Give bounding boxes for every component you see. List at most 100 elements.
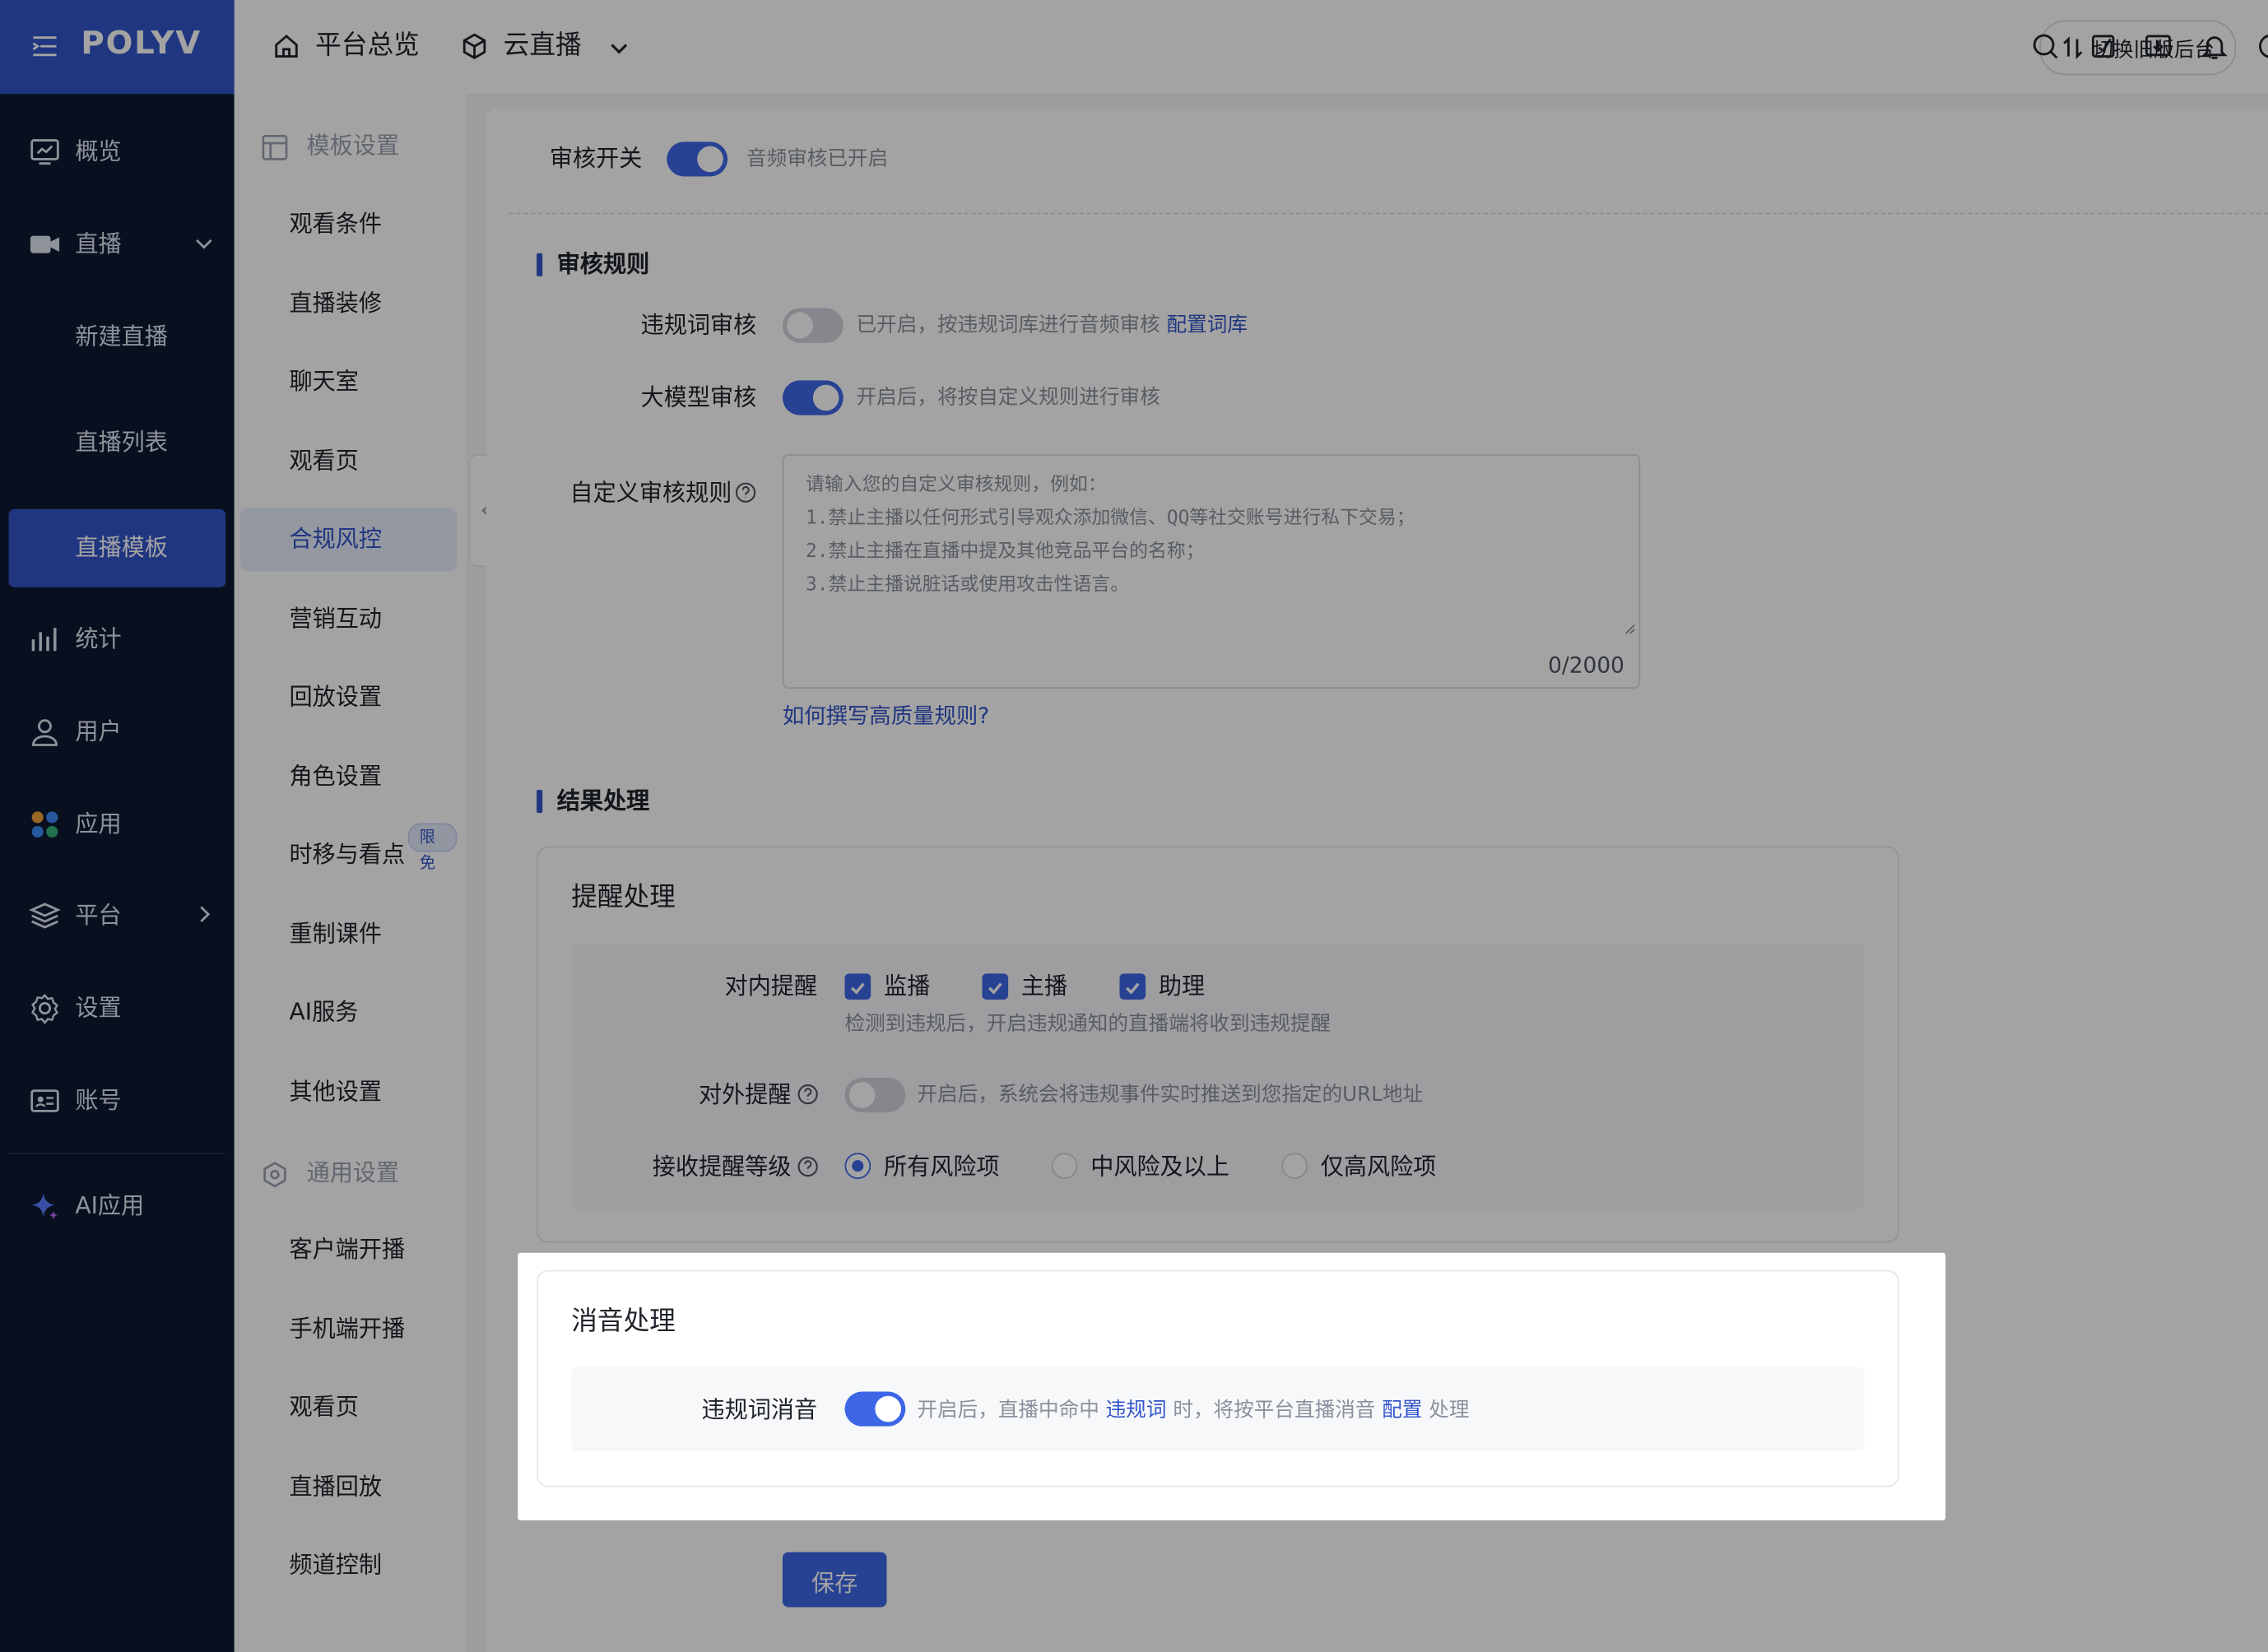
bar-chart-icon (29, 624, 61, 661)
question-circle-icon[interactable] (797, 1156, 818, 1183)
sub-item-marketing[interactable]: 营销互动 (240, 587, 458, 651)
sub-item-chatroom[interactable]: 聊天室 (240, 350, 458, 414)
word-audit-label: 违规词审核 (640, 311, 757, 339)
external-remind-hint: 开启后，系统会将违规事件实时推送到您指定的URL地址 (917, 1083, 1424, 1107)
sub-item-watch-conditions[interactable]: 观看条件 (240, 193, 458, 256)
template-settings-sidebar: 模板设置 观看条件 直播装修 聊天室 观看页 合规风控 营销互动 回放设置 角色… (234, 94, 466, 1652)
sub-item-label: 观看页 (289, 447, 359, 475)
sub-item-mobile-broadcast[interactable]: 手机端开播 (240, 1297, 458, 1361)
nav-label: 平台 (75, 901, 122, 929)
option-host: 主播 (1020, 972, 1068, 1000)
llm-audit-toggle[interactable] (782, 380, 844, 415)
nav-label: 直播 (75, 230, 122, 258)
checkbox-monitor[interactable] (844, 973, 871, 1000)
chevron-right-icon (194, 903, 215, 930)
sub-item-compliance[interactable]: 合规风控 (239, 508, 458, 572)
nav-settings[interactable]: 设置 (9, 969, 226, 1047)
sub-item-label: 直播装修 (289, 289, 383, 318)
sub-item-ai-service[interactable]: AI服务 (240, 981, 458, 1044)
sub-item-watch-page[interactable]: 观看页 (240, 429, 458, 493)
sub-item-label: 重制课件 (289, 920, 383, 948)
hexagon-gear-icon (260, 1160, 289, 1198)
edit-note-icon[interactable] (2089, 32, 2117, 67)
help-circle-icon[interactable] (2256, 32, 2268, 67)
radio-high-risk[interactable] (1281, 1153, 1308, 1180)
external-remind-toggle[interactable] (844, 1077, 906, 1113)
banned-words-link[interactable]: 违规词 (1106, 1399, 1167, 1422)
nav-users[interactable]: 用户 (9, 693, 226, 771)
id-card-icon (29, 1085, 61, 1123)
radio-all-risk[interactable] (844, 1153, 871, 1180)
nav-apps[interactable]: 应用 (9, 786, 226, 864)
llm-audit-hint: 开启后，将按自定义规则进行审核 (856, 386, 1160, 410)
nav-ai-apps[interactable]: AI应用 (9, 1167, 226, 1246)
placeholder-line: 1.禁止主播以任何形式引导观众添加微信、QQ等社交账号进行私下交易； (806, 508, 1415, 530)
sub-item-live-decoration[interactable]: 直播装修 (240, 272, 458, 336)
mute-card-title: 消音处理 (571, 1306, 676, 1337)
sub-item-label: 客户端开播 (289, 1235, 406, 1263)
hint-text: 开启后，直播中命中 (917, 1399, 1099, 1422)
nav-label: 直播模板 (75, 533, 168, 562)
audit-switch-toggle[interactable] (667, 142, 728, 177)
word-audit-toggle[interactable] (782, 308, 844, 343)
sub-item-playback-settings[interactable]: 回放设置 (240, 666, 458, 729)
sub-item-label: 回放设置 (289, 682, 383, 711)
sub-item-label: 合规风控 (289, 525, 383, 553)
question-circle-icon[interactable] (735, 482, 756, 509)
check-icon (1124, 975, 1141, 1002)
sub-item-client-broadcast[interactable]: 客户端开播 (240, 1218, 458, 1281)
sub-item-other-settings[interactable]: 其他设置 (240, 1060, 458, 1124)
gear-icon (29, 992, 61, 1030)
group-label: 通用设置 (306, 1158, 400, 1186)
sub-item-timeshift[interactable]: 时移与看点 限免 (240, 823, 458, 886)
video-camera-icon (29, 229, 61, 267)
layout-icon (260, 133, 289, 171)
logo-bar: POLYV (0, 0, 235, 95)
chevron-down-icon (194, 231, 215, 258)
sub-item-live-playback[interactable]: 直播回放 (240, 1455, 458, 1519)
nav-platform[interactable]: 平台 (9, 877, 226, 955)
checkbox-assistant[interactable] (1119, 973, 1146, 1000)
nav-stats[interactable]: 统计 (9, 601, 226, 679)
check-icon (849, 975, 867, 1002)
nav-live[interactable]: 直播 (9, 206, 226, 284)
option-assistant: 助理 (1158, 972, 1206, 1000)
mute-config-link[interactable]: 配置 (1382, 1399, 1422, 1422)
menu-collapse-icon[interactable] (32, 35, 58, 63)
user-icon (29, 716, 61, 754)
audit-switch-hint: 音频审核已开启 (746, 147, 889, 171)
char-counter: 0/2000 (1548, 652, 1624, 679)
word-audit-hint: 已开启，按违规词库进行音频审核 配置词库 (857, 311, 1248, 340)
search-icon[interactable] (2031, 32, 2060, 67)
main-nav: POLYV 概览 直播 新建直播 直播列表 直播模板 统计 用户 应用 平台 设… (0, 0, 235, 1652)
external-remind-label: 对外提醒 (698, 1080, 792, 1108)
sub-item-label: 直播回放 (289, 1472, 383, 1501)
sub-item-general-watch-page[interactable]: 观看页 (240, 1376, 458, 1439)
bell-icon[interactable] (2200, 32, 2228, 67)
monitor-icon (29, 136, 61, 174)
sub-item-remake-courseware[interactable]: 重制课件 (240, 903, 458, 966)
save-button[interactable]: 保存 (782, 1552, 887, 1608)
brand-logo[interactable]: POLYV (81, 26, 202, 63)
top-header: 平台总览 云直播 切换旧版后台 (234, 0, 2268, 96)
resize-handle-icon[interactable] (1621, 614, 1636, 641)
nav-overview[interactable]: 概览 (9, 113, 226, 191)
word-mute-toggle[interactable] (844, 1391, 906, 1427)
download-icon[interactable] (2144, 32, 2173, 67)
sub-item-channel-control[interactable]: 频道控制 (240, 1534, 458, 1597)
hint-text: 时，将按平台直播消音 (1173, 1399, 1376, 1422)
custom-rules-textarea[interactable]: 请输入您的自定义审核规则，例如： 1.禁止主播以任何形式引导观众添加微信、QQ等… (782, 454, 1641, 689)
nav-label: 应用 (75, 810, 122, 838)
how-to-write-rules-link[interactable]: 如何撰写高质量规则? (783, 700, 989, 732)
question-circle-icon[interactable] (797, 1084, 818, 1111)
checkbox-host[interactable] (982, 973, 1009, 1000)
nav-live-template[interactable]: 直播模板 (8, 508, 226, 587)
nav-account[interactable]: 账号 (9, 1062, 226, 1140)
sub-item-label: 其他设置 (289, 1077, 383, 1106)
nav-new-live[interactable]: 新建直播 (9, 298, 226, 376)
tab-label: 平台总览 (315, 30, 420, 61)
sub-item-role-settings[interactable]: 角色设置 (240, 745, 458, 809)
configure-lexicon-link[interactable]: 配置词库 (1167, 314, 1248, 337)
radio-medium-risk[interactable] (1051, 1153, 1078, 1180)
nav-live-list[interactable]: 直播列表 (9, 404, 226, 482)
